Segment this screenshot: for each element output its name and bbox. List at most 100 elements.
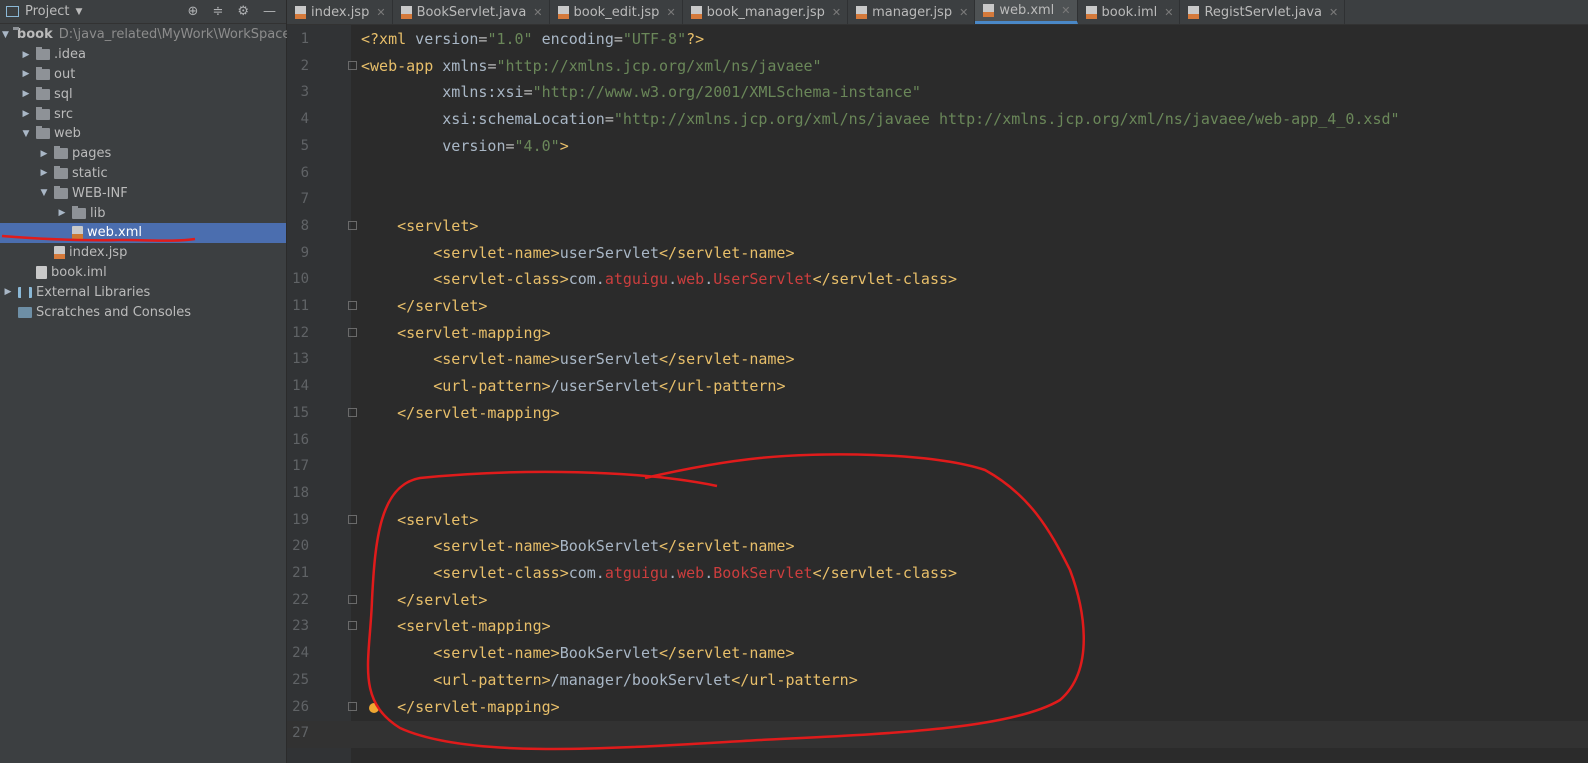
fold-marker-icon[interactable] — [348, 327, 357, 337]
collapsed-arrow-icon[interactable]: ▶ — [56, 208, 68, 218]
code-line[interactable]: 26 </servlet-mapping> — [287, 695, 1588, 722]
tab-book-iml[interactable]: book.iml ✕ — [1078, 0, 1181, 24]
tree-item-index-jsp[interactable]: index.jsp — [0, 243, 286, 263]
code-line[interactable]: 5 version="4.0"> — [287, 134, 1588, 161]
collapsed-arrow-icon[interactable]: ▶ — [38, 149, 50, 159]
code-line[interactable]: 27 — [287, 721, 1588, 748]
tree-item-label: web — [54, 126, 81, 142]
tree-item-sql[interactable]: ▶ sql — [0, 84, 286, 104]
tree-item-pages[interactable]: ▶ pages — [0, 144, 286, 164]
code-editor[interactable]: 1 <?xml version="1.0" encoding="UTF-8"?> 2… — [287, 25, 1588, 763]
chevron-down-icon[interactable]: ▼ — [75, 7, 82, 17]
code-line[interactable]: 7 — [287, 187, 1588, 214]
collapsed-arrow-icon[interactable]: ▶ — [20, 89, 32, 99]
code-line[interactable]: 1 <?xml version="1.0" encoding="UTF-8"?> — [287, 27, 1588, 54]
code-line[interactable]: 15 </servlet-mapping> — [287, 401, 1588, 428]
code-text: <servlet-name>userServlet</servlet-name> — [433, 243, 795, 262]
tab-book-manager-jsp[interactable]: book_manager.jsp ✕ — [683, 0, 849, 24]
code-line[interactable]: 17 — [287, 454, 1588, 481]
folder-icon — [36, 86, 50, 100]
line-number: 12 — [292, 324, 309, 341]
tree-item-web-xml[interactable]: web.xml — [0, 222, 286, 243]
minimize-icon[interactable]: — — [263, 4, 276, 19]
code-line[interactable]: 23 <servlet-mapping> — [287, 614, 1588, 641]
tree-item-book[interactable]: ▼ book D:\java_related\MyWork\WorkSpace\ — [0, 25, 295, 45]
code-line[interactable]: 3 xmlns:xsi="http://www.w3.org/2001/XMLS… — [287, 80, 1588, 107]
close-tab-icon[interactable]: ✕ — [533, 6, 542, 19]
fold-marker-icon[interactable] — [348, 594, 357, 604]
fold-marker-icon[interactable] — [348, 701, 357, 711]
collapsed-arrow-icon[interactable]: ▶ — [2, 287, 14, 297]
tree-item-web[interactable]: ▼ web — [0, 124, 286, 144]
expanded-arrow-icon[interactable]: ▼ — [38, 188, 50, 198]
code-line[interactable]: 10 <servlet-class>com.atguigu.web.UserSe… — [287, 267, 1588, 294]
collapsed-arrow-icon[interactable]: ▶ — [20, 69, 32, 79]
tab-registservlet-java[interactable]: RegistServlet.java ✕ — [1180, 0, 1346, 24]
editor-tab-bar: index.jsp ✕ BookServlet.java ✕ book_edit.jsp… — [287, 0, 1588, 25]
locate-icon[interactable]: ⊕ — [188, 4, 199, 19]
close-tab-icon[interactable]: ✕ — [1061, 4, 1070, 17]
close-tab-icon[interactable]: ✕ — [1329, 6, 1338, 19]
intention-bulb-icon[interactable] — [369, 703, 379, 713]
xml-file-icon — [983, 4, 995, 17]
tab-bookservlet-java[interactable]: BookServlet.java ✕ — [393, 0, 550, 24]
collapsed-arrow-icon[interactable]: ▶ — [20, 50, 32, 60]
folder-icon — [36, 126, 50, 140]
tree-item-src[interactable]: ▶ src — [0, 104, 286, 124]
tab-web-xml[interactable]: web.xml ✕ — [975, 0, 1078, 24]
code-line[interactable]: 16 — [287, 428, 1588, 455]
fold-marker-icon[interactable] — [348, 301, 357, 310]
code-text: </servlet-mapping> — [397, 697, 560, 716]
code-line[interactable]: 14 <url-pattern>/userServlet</url-patter… — [287, 374, 1588, 401]
project-title[interactable]: Project — [25, 4, 69, 19]
close-tab-icon[interactable]: ✕ — [832, 6, 841, 19]
collapsed-arrow-icon[interactable]: ▶ — [20, 109, 32, 119]
code-line[interactable]: 2 <web-app xmlns="http://xmlns.jcp.org/xm… — [287, 54, 1588, 81]
fold-marker-icon[interactable] — [348, 514, 357, 524]
code-line[interactable]: 25 <url-pattern>/manager/bookServlet</ur… — [287, 668, 1588, 695]
tab-book-edit-jsp[interactable]: book_edit.jsp ✕ — [550, 0, 683, 24]
tree-item-scratches-and-consoles[interactable]: Scratches and Consoles — [0, 302, 286, 322]
tab-manager-jsp[interactable]: manager.jsp ✕ — [848, 0, 976, 24]
tree-item-out[interactable]: ▶ out — [0, 65, 286, 85]
code-line[interactable]: 9 <servlet-name>userServlet</servlet-nam… — [287, 241, 1588, 268]
code-text: <servlet-mapping> — [397, 323, 551, 342]
fold-marker-icon[interactable] — [348, 220, 357, 230]
close-tab-icon[interactable]: ✕ — [959, 6, 968, 19]
code-line[interactable]: 20 <servlet-name>BookServlet</servlet-na… — [287, 534, 1588, 561]
tree-item-lib[interactable]: ▶ lib — [0, 203, 286, 223]
code-line[interactable]: 6 — [287, 161, 1588, 188]
fold-marker-icon[interactable] — [348, 60, 357, 70]
collapsed-arrow-icon[interactable]: ▶ — [38, 168, 50, 178]
tab-label: BookServlet.java — [416, 4, 527, 20]
folder-icon — [54, 146, 68, 160]
tree-item-static[interactable]: ▶ static — [0, 164, 286, 184]
code-line[interactable]: 11 </servlet> — [287, 294, 1588, 321]
tree-item--idea[interactable]: ▶ .idea — [0, 45, 286, 65]
code-line[interactable]: 12 <servlet-mapping> — [287, 321, 1588, 348]
code-line[interactable]: 8 <servlet> — [287, 214, 1588, 241]
fold-marker-icon[interactable] — [348, 407, 357, 417]
close-tab-icon[interactable]: ✕ — [666, 6, 675, 19]
expanded-arrow-icon[interactable]: ▼ — [20, 129, 32, 139]
code-line[interactable]: 19 <servlet> — [287, 508, 1588, 535]
gear-icon[interactable]: ⚙ — [237, 4, 249, 19]
code-line[interactable]: 4 xsi:schemaLocation="http://xmlns.jcp.o… — [287, 107, 1588, 134]
code-line[interactable]: 22 </servlet> — [287, 588, 1588, 615]
line-number: 2 — [300, 57, 309, 74]
tree-item-book-iml[interactable]: book.iml — [0, 263, 286, 283]
code-line[interactable]: 21 <servlet-class>com.atguigu.web.BookSe… — [287, 561, 1588, 588]
code-line[interactable]: 18 — [287, 481, 1588, 508]
expanded-arrow-icon[interactable]: ▼ — [2, 30, 9, 40]
code-line[interactable]: 13 <servlet-name>userServlet</servlet-na… — [287, 347, 1588, 374]
code-line[interactable]: 24 <servlet-name>BookServlet</servlet-na… — [287, 641, 1588, 668]
close-tab-icon[interactable]: ✕ — [376, 6, 385, 19]
tree-item-web-inf[interactable]: ▼ WEB-INF — [0, 183, 286, 203]
tree-item-external-libraries[interactable]: ▶ External Libraries — [0, 282, 286, 302]
close-tab-icon[interactable]: ✕ — [1164, 6, 1173, 19]
collapse-all-icon[interactable]: ≑ — [212, 4, 223, 19]
project-view-icon[interactable] — [6, 6, 19, 17]
code-text: <servlet-mapping> — [397, 617, 551, 636]
fold-marker-icon[interactable] — [348, 621, 357, 631]
tab-index-jsp[interactable]: index.jsp ✕ — [287, 0, 393, 24]
